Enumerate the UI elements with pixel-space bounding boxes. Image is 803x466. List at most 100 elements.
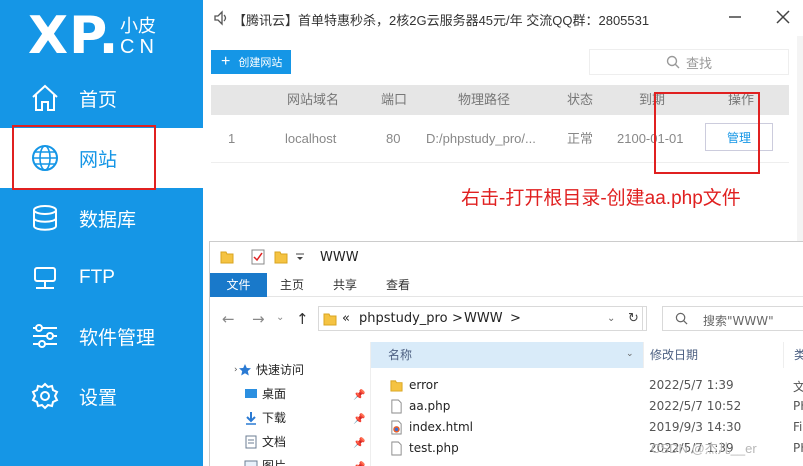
breadcrumb-separator[interactable]: > (452, 311, 463, 326)
database-icon (33, 205, 57, 231)
column-header-name[interactable]: 名称 (371, 342, 643, 368)
folder-icon (220, 251, 234, 264)
column-header-action: 操作 (728, 92, 755, 107)
nav-label: 图片 (262, 459, 287, 466)
explorer-search-input[interactable]: 搜索"WWW" (662, 306, 803, 331)
column-header-port: 端口 (381, 92, 408, 107)
explorer-search-placeholder: 搜索"WWW" (703, 314, 774, 328)
row-domain: localhost (285, 131, 337, 146)
file-name: index.html (409, 420, 473, 434)
pin-icon[interactable]: 📌 (353, 414, 365, 425)
folder-icon (390, 380, 403, 392)
logo-main: XP. (28, 6, 120, 66)
explorer-title: WWW (320, 250, 359, 265)
create-website-label: 创建网站 (238, 57, 283, 69)
manage-button[interactable]: 管理 (705, 123, 773, 151)
folder-icon (323, 313, 337, 326)
sidebar-item-label: 软件管理 (79, 327, 156, 349)
file-date: 2022/5/7 10:52 (649, 399, 742, 413)
properties-icon[interactable] (251, 249, 265, 265)
sidebar-item-ftp[interactable]: FTP (0, 248, 203, 308)
address-bar[interactable]: « phpstudy_pro > WWW > ⌄ (318, 306, 643, 331)
new-folder-icon[interactable] (274, 249, 288, 265)
search-placeholder: 查找 (685, 55, 712, 71)
home-icon (32, 84, 58, 111)
address-row: ← → ⌄ ↑ « phpstudy_pro > WWW > ⌄ ↻ 搜索"WW… (210, 297, 803, 342)
ad-bar: 【腾讯云】首单特惠秒杀，2核2G云服务器45元/年 交流QQ群：2805531 (203, 0, 803, 36)
column-header-type[interactable]: 类 (783, 342, 803, 368)
file-type: PH (793, 399, 803, 413)
refresh-button[interactable]: ↻ (621, 306, 647, 331)
close-icon[interactable] (773, 7, 793, 27)
speaker-icon (214, 10, 227, 26)
sidebar: XP. 小皮 CN 首页 网站 数据库 FTP 软件管理 设置 (0, 0, 203, 466)
sidebar-item-settings[interactable]: 设置 (0, 366, 203, 426)
server-icon (34, 267, 56, 289)
list-item[interactable]: index.html 2019/9/3 14:30 Fir (371, 417, 803, 438)
tab-file[interactable]: 文件 (210, 273, 267, 297)
recent-dropdown-icon[interactable]: ⌄ (276, 312, 284, 323)
breadcrumb-separator: « (342, 311, 350, 326)
search-icon (666, 55, 680, 69)
chevron-down-icon[interactable]: ⌄ (626, 349, 634, 359)
list-item[interactable]: error 2022/5/7 1:39 文 (371, 375, 803, 396)
breadcrumb-item[interactable]: phpstudy_pro (359, 311, 448, 326)
ad-text[interactable]: 【腾讯云】首单特惠秒杀，2核2G云服务器45元/年 交流QQ群：2805531 (233, 10, 649, 29)
create-website-button[interactable]: + 创建网站 (211, 50, 291, 74)
row-status: 正常 (567, 131, 594, 146)
sidebar-item-label: 首页 (79, 89, 118, 111)
ribbon-tabs: 文件 主页 共享 查看 (210, 273, 803, 297)
chevron-down-icon[interactable] (293, 249, 307, 265)
tab-home[interactable]: 主页 (272, 273, 312, 297)
php-file-icon (391, 399, 402, 414)
download-icon (246, 412, 256, 425)
nav-label: 文档 (262, 435, 287, 449)
column-header-path: 物理路径 (458, 92, 511, 107)
table-row[interactable]: 1 localhost 80 D:/phpstudy_pro/... 正常 21… (211, 115, 789, 163)
column-header-status: 状态 (567, 92, 594, 107)
logo-domain: CN (120, 36, 159, 58)
annotation-text: 右击-打开根目录-创建aa.php文件 (461, 188, 741, 209)
up-icon[interactable]: ↑ (296, 310, 309, 328)
minimize-icon[interactable] (725, 7, 745, 27)
table-header: 网站域名 端口 物理路径 状态 到期 操作 (211, 85, 789, 115)
picture-icon (244, 460, 258, 466)
sidebar-item-label: 设置 (79, 387, 118, 409)
search-icon (675, 312, 688, 325)
sidebar-item-website[interactable]: 网站 (0, 128, 203, 188)
search-input[interactable]: 查找 (589, 49, 789, 75)
globe-icon (32, 145, 58, 171)
html-file-icon (391, 420, 402, 435)
pin-icon[interactable]: 📌 (353, 438, 365, 449)
gear-icon (31, 382, 59, 410)
row-port: 80 (386, 131, 401, 146)
pin-icon[interactable]: 📌 (353, 390, 365, 401)
column-header-date[interactable]: 修改日期 (643, 342, 783, 368)
sidebar-item-software[interactable]: 软件管理 (0, 306, 203, 366)
breadcrumb-separator[interactable]: > (510, 311, 521, 326)
forward-icon[interactable]: → (252, 310, 265, 328)
tab-view[interactable]: 查看 (378, 273, 418, 297)
pin-icon[interactable]: 📌 (353, 462, 365, 466)
star-icon (239, 364, 251, 376)
sliders-icon (33, 324, 57, 348)
row-expire: 2100-01-01 (617, 131, 684, 146)
column-header-domain: 网站域名 (287, 92, 340, 107)
file-type: 文 (793, 380, 803, 394)
file-name: aa.php (409, 399, 451, 413)
php-file-icon (391, 441, 402, 456)
sidebar-item-home[interactable]: 首页 (0, 68, 203, 128)
sidebar-item-database[interactable]: 数据库 (0, 188, 203, 248)
address-dropdown-icon[interactable]: ⌄ (607, 313, 615, 324)
file-type: Fir (793, 420, 803, 434)
breadcrumb-item[interactable]: WWW (464, 311, 503, 326)
list-item[interactable]: aa.php 2022/5/7 10:52 PH (371, 396, 803, 417)
tab-share[interactable]: 共享 (325, 273, 365, 297)
document-icon (245, 435, 257, 449)
row-index: 1 (228, 131, 236, 146)
back-icon[interactable]: ← (222, 310, 235, 328)
file-date: 2019/9/3 14:30 (649, 420, 742, 434)
row-path: D:/phpstudy_pro/... (426, 131, 536, 146)
desktop-icon (245, 389, 257, 398)
file-date: 2022/5/7 1:39 (649, 378, 734, 392)
